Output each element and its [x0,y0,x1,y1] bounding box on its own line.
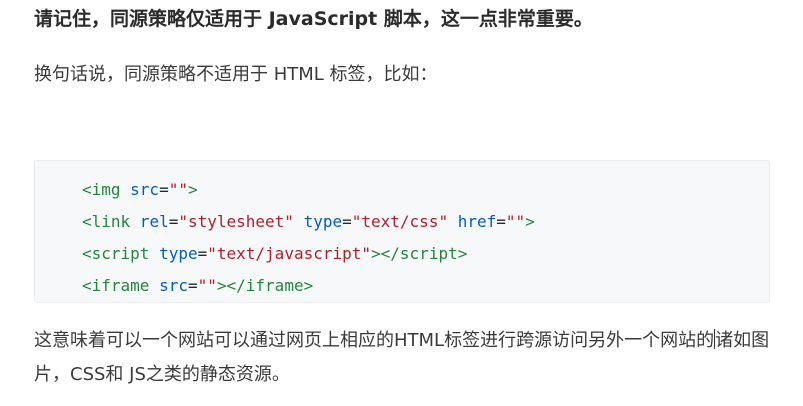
code-token: ></ [371,244,400,263]
intro-paragraph: 换句话说，同源策略不适用于 HTML 标签，比如： [34,64,438,85]
code-token: script [399,244,458,263]
code-token: "text/css" [351,212,449,231]
code-token: iframe [245,276,304,295]
code-token: = [197,244,208,263]
code-token: > [187,180,198,199]
conclusion-paragraph: 这意味着可以一个网站可以通过网页上相应的HTML标签进行跨源访问另外一个网站的诸… [34,324,784,392]
code-token: <link [82,212,131,231]
code-token: href [448,212,497,231]
code-token: <script [82,244,150,263]
code-token: rel [130,212,169,231]
code-token: "stylesheet" [178,212,294,231]
code-line-img: <img src=""> [82,174,769,206]
code-token: "" [168,180,188,199]
code-token: src [120,180,160,199]
code-token: = [496,212,506,231]
code-token: > [457,244,468,263]
code-token: > [303,276,314,295]
code-token: "text/javascript" [207,244,372,263]
code-token: <iframe [82,276,150,295]
code-line-script: <script type="text/javascript"></script> [82,238,769,270]
code-token: src [149,276,188,295]
code-line-link: <link rel="stylesheet" type="text/css" h… [82,206,769,238]
code-token: = [168,212,179,231]
code-token: type [149,244,198,263]
code-token: ></ [216,276,246,295]
code-token: = [187,276,198,295]
code-token: = [159,180,169,199]
code-line-iframe: <iframe src=""></iframe> [82,270,769,302]
code-block[interactable]: <img src=""> <link rel="stylesheet" type… [34,160,770,303]
conclusion-text-part-a: 这意味着可以一个网站可以通过网页上相应的HTML标签进行跨源访问另外一个网站的 [34,330,715,351]
code-token: > [525,212,535,231]
emphasis-heading: 请记住，同源策略仅适用于 JavaScript 脚本，这一点非常重要。 [34,8,593,30]
code-token: "" [197,276,217,295]
code-token: = [342,212,352,231]
code-token: type [293,212,343,231]
code-token: "" [505,212,526,231]
code-token: <img [82,180,121,199]
